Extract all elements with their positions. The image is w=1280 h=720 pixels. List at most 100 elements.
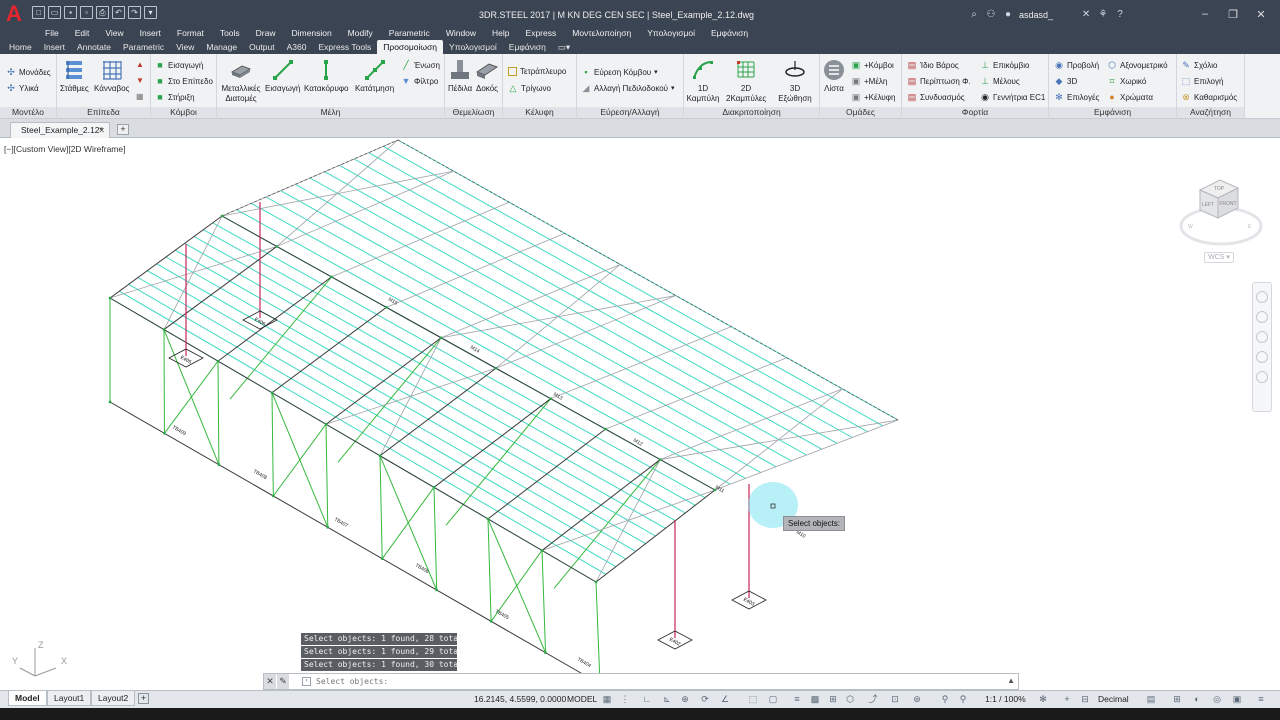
minimize-icon[interactable]: –	[1198, 8, 1212, 20]
options-button[interactable]: ✻ Επιλογές	[1054, 92, 1099, 102]
hardware-acceleration-icon[interactable]: ◎	[1212, 694, 1222, 704]
app-logo[interactable]: A	[2, 2, 26, 26]
polar-icon[interactable]: ⊾	[662, 694, 672, 704]
combination-button[interactable]: ▤ Συνδυασμός	[907, 92, 965, 102]
filter-button[interactable]: ▼ Φίλτρο	[401, 76, 439, 86]
menu-tools[interactable]: Tools	[212, 26, 248, 40]
open-icon[interactable]: ▭	[48, 6, 61, 19]
menu-view[interactable]: View	[97, 26, 131, 40]
exchange-icon[interactable]: ✕	[1080, 9, 1092, 21]
grid-button[interactable]: Κάνναβος	[94, 58, 129, 94]
add-layout-icon[interactable]: +	[138, 693, 149, 704]
binoculars-icon[interactable]: ⚇	[985, 9, 997, 21]
save-icon[interactable]: ▪	[64, 6, 77, 19]
self-weight-button[interactable]: ▤ Ίδιο Βάρος	[907, 60, 959, 70]
redo-icon[interactable]: ↷	[128, 6, 141, 19]
quad-button[interactable]: Τετράπλευρο	[508, 67, 566, 76]
viewport-controls[interactable]: [−][Custom View][2D Wireframe]	[4, 144, 125, 154]
level-down-icon[interactable]: ▼	[136, 76, 144, 85]
materials-button[interactable]: ✣ Υλικά	[6, 83, 38, 93]
new-tab-icon[interactable]: +	[117, 124, 129, 135]
extrusion-3d-button[interactable]: 3D Εξώθηση	[777, 58, 813, 104]
menu-draw[interactable]: Draw	[248, 26, 284, 40]
object-snap-icon[interactable]: ⬚	[748, 694, 758, 704]
tab-parametric[interactable]: Parametric	[117, 40, 170, 54]
annotation-monitor-icon[interactable]: +	[1062, 694, 1072, 704]
viewcube[interactable]: TOP LEFT FRONT W E	[1178, 166, 1264, 266]
curves-2d-button[interactable]: 2D 2Καμπύλες	[726, 58, 766, 104]
object-snap-tracking-icon[interactable]: ∠	[720, 694, 730, 704]
curve-1d-button[interactable]: 1D Καμπύλη	[686, 58, 720, 104]
tab-layout1[interactable]: Layout1	[47, 691, 92, 706]
undo-icon[interactable]: ↶	[112, 6, 125, 19]
footing-button[interactable]: Πέδιλα	[448, 58, 472, 94]
clear-button[interactable]: ⊗ Καθαρισμός	[1181, 92, 1237, 102]
menu-insert[interactable]: Insert	[132, 26, 169, 40]
pan-icon[interactable]	[1256, 311, 1268, 323]
tab-annotate[interactable]: Annotate	[71, 40, 117, 54]
quick-properties-icon[interactable]: ▤	[1146, 694, 1156, 704]
units-button[interactable]: ✣ Μονάδες	[6, 67, 50, 77]
split-member-button[interactable]: Κατάτμηση	[355, 58, 394, 94]
close-tab-icon[interactable]: ✕	[98, 123, 105, 138]
support-button[interactable]: ■ Στήριξη	[155, 92, 194, 102]
transparency-icon[interactable]: ▩	[810, 694, 820, 704]
menu-parametric[interactable]: Parametric	[381, 26, 438, 40]
tab-output[interactable]: Output	[243, 40, 281, 54]
document-tab[interactable]: Steel_Example_2.12* ✕	[10, 122, 110, 138]
drawing-area[interactable]: Ε405 Ε406 Ε403 Ε402 Μ15 Μ14 Μ13 Μ12 Μ11 Μ10 ΤΒ409…	[0, 138, 1280, 690]
menu-display[interactable]: Εμφάνιση	[703, 26, 756, 40]
menu-modeling[interactable]: Μοντελοποίηση	[564, 26, 639, 40]
save-as-icon[interactable]: ▫	[80, 6, 93, 19]
tab-insert[interactable]: Insert	[38, 40, 71, 54]
wcs-menu[interactable]: WCS ▾	[1204, 252, 1234, 263]
menu-format[interactable]: Format	[169, 26, 212, 40]
find-node-button[interactable]: ▪ Εύρεση Κόμβου ▾	[581, 67, 657, 77]
select-button[interactable]: ⬚ Επιλογή	[1181, 76, 1224, 86]
steel-sections-button[interactable]: Μεταλλικές Διατομές	[219, 58, 263, 104]
help-icon[interactable]: ?	[1114, 9, 1126, 21]
gizmo-icon[interactable]: ⊛	[912, 694, 922, 704]
lock-ui-icon[interactable]: ⊞	[1172, 694, 1182, 704]
units-selector[interactable]: Decimal	[1098, 694, 1129, 704]
tab-model[interactable]: Model	[8, 691, 47, 706]
annotation-visibility-icon[interactable]: ⚲	[940, 694, 950, 704]
menu-window[interactable]: Window	[438, 26, 484, 40]
command-history-toggle-icon[interactable]: ▲	[1007, 676, 1015, 685]
ec1-generator-button[interactable]: ◉ Γεννήτρια EC1	[980, 92, 1045, 102]
polar-tracking-icon[interactable]: ⊕	[680, 694, 690, 704]
level-up-icon[interactable]: ▲	[136, 60, 144, 69]
tab-manage[interactable]: Manage	[200, 40, 243, 54]
selection-filter-icon[interactable]: ⊡	[890, 694, 900, 704]
add-shells-button[interactable]: ▣ +Κέλυφη	[851, 92, 896, 102]
model-space-toggle[interactable]: MODEL	[567, 694, 597, 704]
steering-wheel-icon[interactable]	[1256, 291, 1268, 303]
level-list-icon[interactable]: ▦	[136, 92, 144, 101]
ortho-icon[interactable]: ∟	[642, 694, 652, 704]
customize-icon[interactable]: ▾	[144, 6, 157, 19]
menu-edit[interactable]: Edit	[67, 26, 98, 40]
connect-icon[interactable]: ⚘	[1097, 9, 1109, 21]
3d-osnap-icon[interactable]: ⬡	[845, 694, 855, 704]
menu-modify[interactable]: Modify	[340, 26, 381, 40]
member-insert-button[interactable]: Εισαγωγή	[265, 58, 300, 94]
spatial-button[interactable]: ⌗ Χωρικό	[1107, 76, 1146, 86]
add-members-button[interactable]: ▣ +Μέλη	[851, 76, 888, 86]
showmotion-icon[interactable]	[1256, 371, 1268, 383]
menu-calculations[interactable]: Υπολογισμοί	[639, 26, 703, 40]
tab-home[interactable]: Home	[3, 40, 38, 54]
view-button[interactable]: ◉ Προβολή	[1054, 60, 1099, 70]
member-load-button[interactable]: ⊥ Μέλους	[980, 76, 1020, 86]
tab-a360[interactable]: A360	[281, 40, 313, 54]
customization-menu-icon[interactable]: ≡	[1256, 694, 1266, 704]
isodraft-icon[interactable]: ⟳	[700, 694, 710, 704]
auto-scale-icon[interactable]: ⚲	[958, 694, 968, 704]
annotation-scale[interactable]: 1:1 / 100%	[985, 694, 1026, 704]
print-icon[interactable]: ⎙	[96, 6, 109, 19]
axonometric-button[interactable]: ⬡ Αξονομετρικό	[1107, 60, 1168, 70]
isolate-objects-icon[interactable]: ◐	[1192, 694, 1202, 704]
triangle-button[interactable]: △ Τρίγωνο	[508, 83, 551, 93]
tab-layout2[interactable]: Layout2	[91, 691, 136, 706]
join-button[interactable]: ╱ Ένωση	[401, 60, 440, 70]
zoom-icon[interactable]	[1256, 331, 1268, 343]
